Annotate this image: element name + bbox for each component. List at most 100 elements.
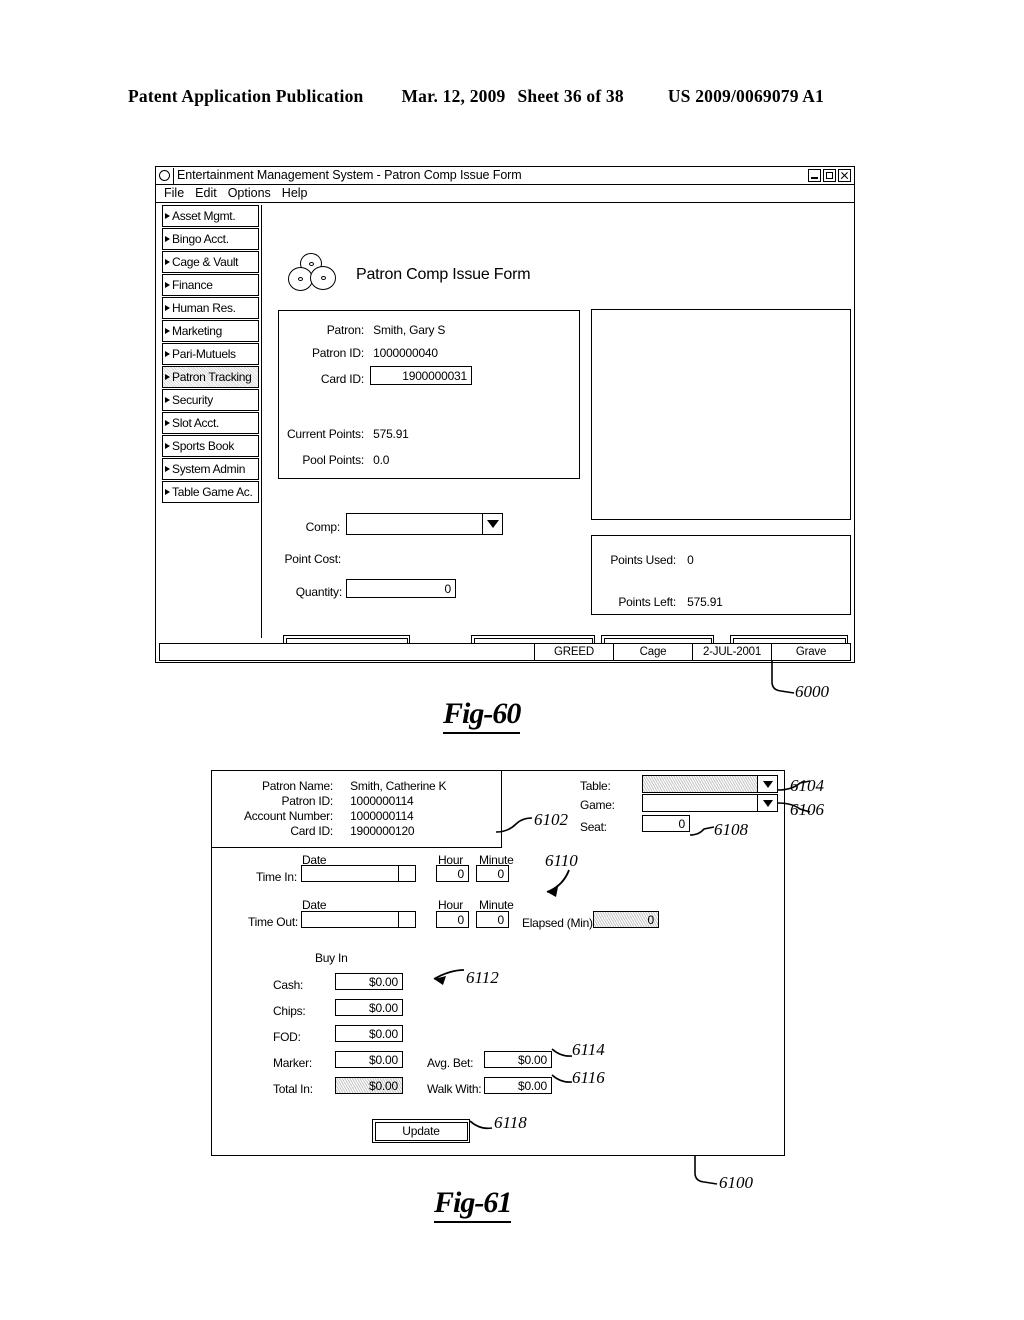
- comp-dropdown[interactable]: [346, 513, 503, 535]
- sidebar-item-patron-tracking[interactable]: Patron Tracking: [162, 366, 259, 388]
- menu-item-options[interactable]: Options: [228, 187, 271, 200]
- system-menu-icon[interactable]: [159, 170, 170, 181]
- close-icon[interactable]: [838, 169, 851, 182]
- avg-bet-label: Avg. Bet:: [427, 1056, 474, 1070]
- account-number-label: Account Number:: [244, 809, 333, 823]
- time-out-date-input[interactable]: [301, 911, 416, 928]
- sidebar-item-label: System Admin: [172, 461, 246, 476]
- menu-item-help[interactable]: Help: [282, 187, 308, 200]
- card-id-label: Card ID:: [290, 824, 333, 838]
- patron-id-value: 1000000114: [350, 794, 414, 808]
- time-in-hour-input[interactable]: 0: [436, 865, 469, 882]
- seat-input[interactable]: 0: [642, 815, 690, 832]
- cash-input[interactable]: $0.00: [335, 973, 403, 990]
- comp-label-wrap: Comp:: [298, 520, 341, 534]
- sidebar-item-cage-vault[interactable]: Cage & Vault: [162, 251, 259, 273]
- sidebar-item-security[interactable]: Security: [162, 389, 259, 411]
- ref-6106: 6106: [790, 800, 824, 819]
- table-dropdown[interactable]: [642, 775, 778, 793]
- ref-6112: 6112: [466, 968, 499, 987]
- calendar-icon[interactable]: [398, 912, 415, 927]
- fod-input[interactable]: $0.00: [335, 1025, 403, 1042]
- sidebar-item-label: Table Game Ac.: [172, 484, 253, 499]
- sidebar-item-pari-mutuels[interactable]: Pari-Mutuels: [162, 343, 259, 365]
- sidebar-item-label: Security: [172, 392, 213, 407]
- form-area: Patron Comp Issue Form Patron: Smith, Ga…: [266, 205, 851, 661]
- ref-6108: 6108: [714, 820, 748, 839]
- page-title: Patron Comp Issue Form: [356, 266, 531, 283]
- card-id-input[interactable]: 1900000031: [370, 366, 472, 385]
- quantity-input[interactable]: 0: [346, 579, 456, 598]
- time-out-minute-input[interactable]: 0: [476, 911, 509, 928]
- total-in-value-field: $0.00: [335, 1077, 403, 1094]
- status-message-area: [160, 644, 535, 660]
- update-button[interactable]: Update: [372, 1119, 470, 1143]
- sidebar-item-finance[interactable]: Finance: [162, 274, 259, 296]
- walk-with-input[interactable]: $0.00: [484, 1077, 552, 1094]
- minimize-icon[interactable]: [808, 169, 821, 182]
- time-in-minute-input[interactable]: 0: [476, 865, 509, 882]
- sidebar-item-label: Slot Acct.: [172, 415, 220, 430]
- chevron-down-icon[interactable]: [757, 776, 777, 792]
- ref-6114: 6114: [572, 1040, 605, 1059]
- patron-id-row: Patron ID: 1000000040: [292, 346, 438, 360]
- sidebar-item-slot-acct[interactable]: Slot Acct.: [162, 412, 259, 434]
- fig60-reference-number: 6000: [795, 682, 829, 701]
- quantity-value: 0: [444, 581, 452, 596]
- ref-6102: 6102: [534, 810, 568, 829]
- patron-id-label: Patron ID:: [281, 794, 333, 808]
- chips-input[interactable]: $0.00: [335, 999, 403, 1016]
- chevron-down-icon[interactable]: [482, 514, 502, 534]
- time-out-hour-header: Hour: [438, 898, 464, 912]
- game-label: Game:: [580, 798, 615, 812]
- game-dropdown[interactable]: [642, 794, 778, 812]
- elapsed-value: 0: [647, 912, 655, 927]
- chevron-down-icon[interactable]: [757, 795, 777, 811]
- card-id-value: 1900000031: [402, 368, 467, 383]
- walk-with-label: Walk With:: [427, 1082, 482, 1096]
- account-number-value: 1000000114: [350, 809, 414, 823]
- sidebar-item-bingo-acct[interactable]: Bingo Acct.: [162, 228, 259, 250]
- sidebar-item-table-game-ac[interactable]: Table Game Ac.: [162, 481, 259, 503]
- calendar-icon[interactable]: [398, 866, 415, 881]
- sidebar-item-label: Human Res.: [172, 300, 236, 315]
- menu-item-file[interactable]: File: [164, 187, 184, 200]
- time-out-minute-header: Minute: [479, 898, 514, 912]
- status-bar: GREED Cage 2-JUL-2001 Grave: [159, 643, 851, 661]
- cash-label: Cash:: [273, 978, 304, 992]
- avg-bet-input[interactable]: $0.00: [484, 1051, 552, 1068]
- sidebar-navigation: Asset Mgmt. Bingo Acct. Cage & Vault Fin…: [159, 205, 262, 638]
- points-left-row: Points Left: 575.91: [606, 595, 722, 609]
- comp-list-panel[interactable]: [591, 309, 851, 520]
- points-used-value: 0: [687, 553, 694, 567]
- comp-dropdown-value: [347, 514, 482, 534]
- sidebar-item-human-res[interactable]: Human Res.: [162, 297, 259, 319]
- quantity-label-wrap: Quantity:: [294, 585, 342, 599]
- maximize-icon[interactable]: [823, 169, 836, 182]
- publication-date: Mar. 12, 2009: [401, 86, 506, 106]
- sidebar-item-system-admin[interactable]: System Admin: [162, 458, 259, 480]
- menu-item-edit[interactable]: Edit: [195, 187, 217, 200]
- time-out-hour-input[interactable]: 0: [436, 911, 469, 928]
- sidebar-item-label: Asset Mgmt.: [172, 208, 236, 223]
- seat-value: 0: [678, 816, 686, 831]
- pool-points-row: Pool Points: 0.0: [266, 453, 389, 467]
- sidebar-item-marketing[interactable]: Marketing: [162, 320, 259, 342]
- fig61-table-rating-form: Patron Name: Smith, Catherine K Patron I…: [211, 770, 785, 1156]
- points-left-label: Points Left:: [618, 595, 676, 609]
- patron-id-label: Patron ID:: [311, 346, 364, 360]
- ref-6100: 6100: [719, 1173, 753, 1192]
- sidebar-item-asset-mgmt[interactable]: Asset Mgmt.: [162, 205, 259, 227]
- patron-id-row: Patron ID: 1000000114: [227, 794, 413, 808]
- time-in-date-input[interactable]: [301, 865, 416, 882]
- form-header: Patron Comp Issue Form: [288, 253, 531, 297]
- patent-number: US 2009/0069079 A1: [667, 86, 825, 106]
- sidebar-item-label: Finance: [172, 277, 213, 292]
- sidebar-item-sports-book[interactable]: Sports Book: [162, 435, 259, 457]
- marker-input[interactable]: $0.00: [335, 1051, 403, 1068]
- account-number-row: Account Number: 1000000114: [227, 809, 414, 823]
- casino-chips-icon: [288, 253, 344, 297]
- time-out-label: Time Out:: [248, 915, 298, 929]
- status-user: GREED: [535, 644, 614, 660]
- elapsed-value-field: 0: [593, 911, 659, 928]
